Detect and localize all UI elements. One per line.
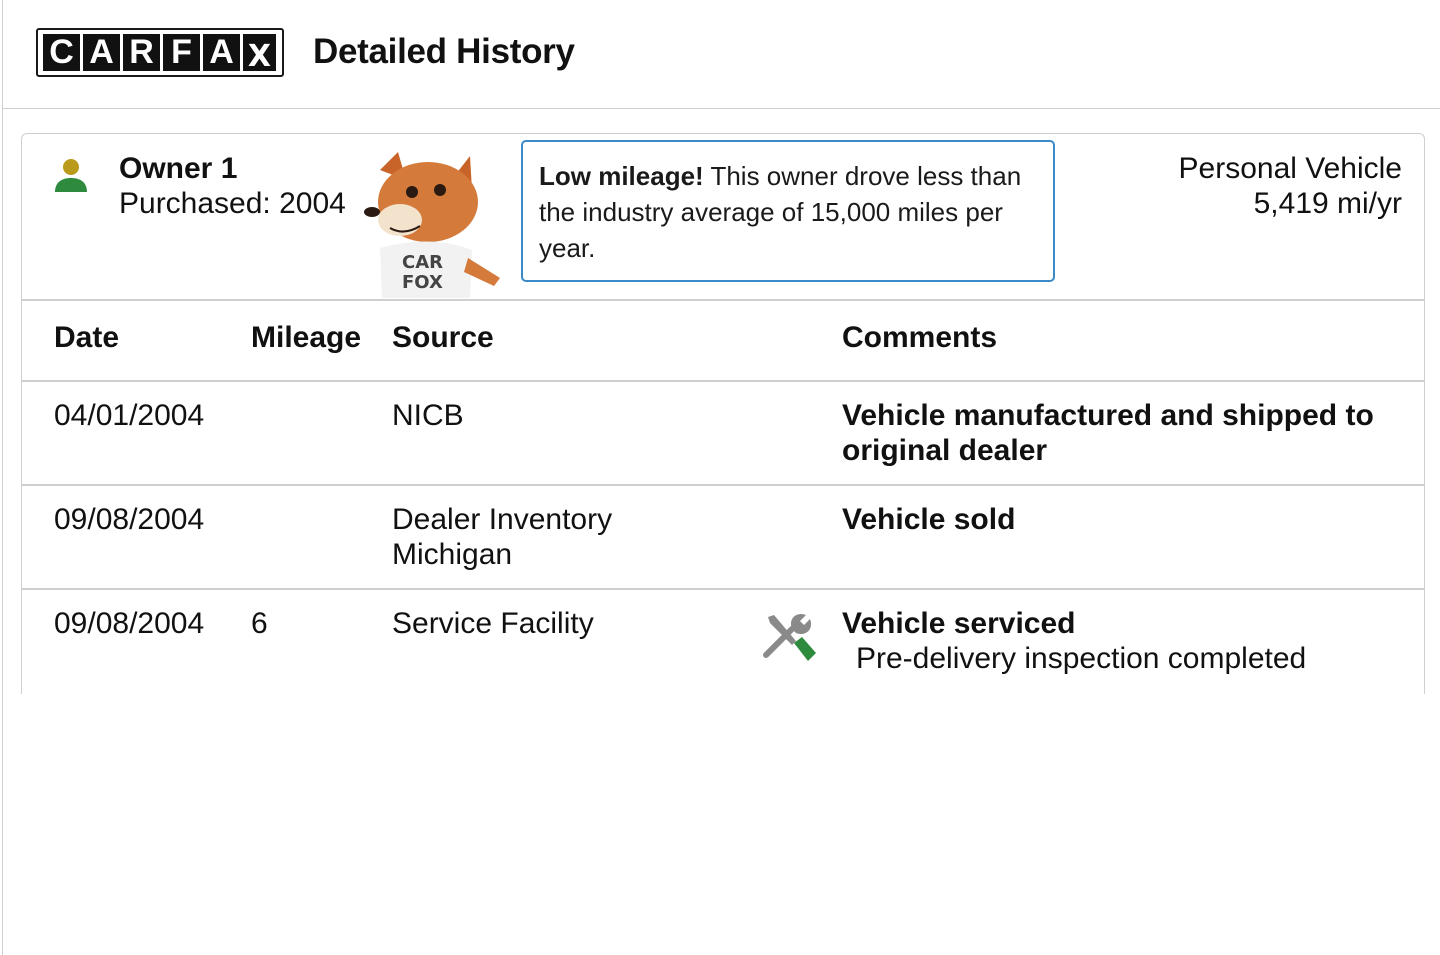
callout-headline: Low mileage! <box>539 161 704 191</box>
row-mileage: 6 <box>251 607 268 640</box>
logo-letter: A <box>83 34 120 71</box>
comment-title: Vehicle serviced <box>842 607 1076 640</box>
page-title: Detailed History <box>313 32 575 71</box>
report-header: C A R F A X Detailed History <box>3 0 1440 109</box>
column-header-date: Date <box>54 321 120 354</box>
table-row: 09/08/2004 Dealer Inventory Michigan Veh… <box>21 486 1425 590</box>
owner-history-card: Owner 1 Purchased: 2004 CAR FOX Low mile… <box>21 133 1425 694</box>
logo-letter: R <box>123 34 160 71</box>
history-table: Date Mileage Source Comments 04/01/2004 … <box>21 299 1425 694</box>
row-comment: Vehicle serviced Pre-delivery inspection… <box>842 606 1402 676</box>
column-header-comments: Comments <box>842 321 998 354</box>
low-mileage-callout: Low mileage! This owner drove less than … <box>521 140 1055 282</box>
source-name: Dealer Inventory <box>392 503 613 536</box>
svg-text:CAR: CAR <box>402 252 443 273</box>
person-icon <box>55 159 87 192</box>
carfax-logo[interactable]: C A R F A X <box>36 28 284 77</box>
row-source: Service Facility <box>392 607 594 640</box>
row-date: 09/08/2004 <box>54 503 205 536</box>
column-header-mileage: Mileage <box>251 321 362 354</box>
vehicle-type: Personal Vehicle <box>1178 152 1402 185</box>
row-source: NICB <box>392 399 464 432</box>
table-row: 09/08/2004 6 Service Facility Vehicle se… <box>21 590 1425 694</box>
table-header: Date Mileage Source Comments <box>21 301 1425 382</box>
row-source: Dealer Inventory Michigan <box>392 502 612 572</box>
row-date: 04/01/2004 <box>54 399 205 432</box>
annual-mileage: 5,419 mi/yr <box>1253 187 1402 220</box>
logo-letter: A <box>203 34 240 71</box>
row-date: 09/08/2004 <box>54 607 205 640</box>
logo-letter: C <box>43 34 80 71</box>
logo-letter: X <box>243 34 276 74</box>
row-comment: Vehicle manufactured and shipped to orig… <box>842 399 1374 467</box>
logo-letter: F <box>163 34 200 71</box>
carfox-mascot-illustration: CAR FOX <box>364 152 500 298</box>
service-tools-icon <box>763 613 816 661</box>
table-row: 04/01/2004 NICB Vehicle manufactured and… <box>21 382 1425 486</box>
comment-detail: Pre-delivery inspection completed <box>856 642 1307 675</box>
owner-name: Owner 1 <box>119 152 238 185</box>
purchase-year: Purchased: 2004 <box>119 187 346 220</box>
svg-text:FOX: FOX <box>402 272 443 293</box>
source-location: Michigan <box>392 538 513 571</box>
page-frame: C A R F A X Detailed History Owner 1 Pur… <box>2 0 1440 955</box>
column-header-source: Source <box>392 321 494 354</box>
row-comment: Vehicle sold <box>842 503 1016 536</box>
